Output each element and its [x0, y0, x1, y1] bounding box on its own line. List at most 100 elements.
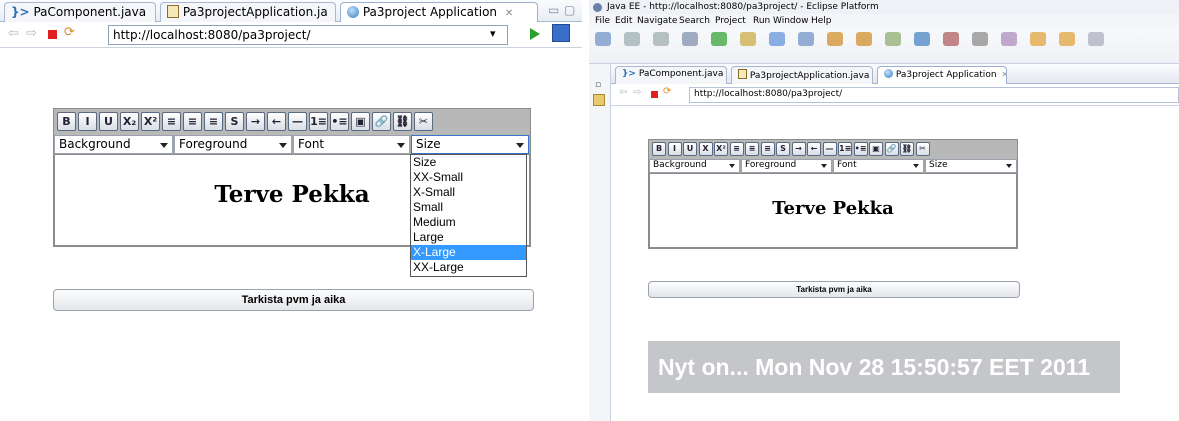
size-option[interactable]: XX-Small: [411, 170, 526, 185]
tab-pa3projectapplication[interactable]: Pa3projectApplication.ja: [160, 2, 336, 22]
external-tools-icon[interactable]: [885, 32, 901, 46]
horizontal-rule-icon[interactable]: —: [822, 142, 837, 156]
remove-format-icon[interactable]: ✂: [414, 112, 433, 131]
size-option[interactable]: X-Small: [411, 185, 526, 200]
restore-icon[interactable]: ▫: [595, 80, 601, 90]
tab-pacomponent[interactable]: }> PaComponent.java: [615, 66, 727, 84]
new-class-icon[interactable]: [769, 32, 785, 46]
close-tab-icon[interactable]: ✕: [505, 8, 513, 19]
font-size-dropdown-list[interactable]: Size XX-Small X-Small Small Medium Large X-Lar…: [410, 154, 527, 277]
url-input[interactable]: http://localhost:8080/pa3project/: [108, 25, 508, 45]
check-date-time-button[interactable]: Tarkista pvm ja aika: [53, 289, 534, 311]
outdent-icon[interactable]: ←: [807, 142, 821, 156]
size-option[interactable]: Size: [411, 155, 526, 170]
horizontal-rule-icon[interactable]: —: [288, 112, 307, 131]
align-center-icon[interactable]: ≡: [183, 112, 202, 131]
strikethrough-icon[interactable]: S: [776, 142, 790, 156]
menu-help[interactable]: Help: [811, 14, 832, 28]
stop-icon[interactable]: [48, 30, 57, 39]
debug-icon[interactable]: [682, 32, 698, 46]
refactor-icon[interactable]: [972, 32, 988, 46]
underline-icon[interactable]: U: [683, 142, 697, 156]
menu-window[interactable]: Window: [773, 14, 809, 28]
minimize-icon[interactable]: ▭: [548, 3, 559, 17]
unlink-icon[interactable]: ⛓: [393, 112, 412, 131]
subscript-icon[interactable]: X: [698, 142, 713, 156]
add-icon[interactable]: [740, 32, 756, 46]
menu-search[interactable]: Search: [679, 14, 710, 28]
forward-arrow-icon[interactable]: ⇨: [633, 87, 641, 98]
superscript-icon[interactable]: X²: [141, 112, 160, 131]
menu-run[interactable]: Run: [753, 14, 770, 28]
refresh-icon[interactable]: ⟳: [64, 25, 75, 40]
align-right-icon[interactable]: ≡: [760, 142, 775, 156]
editor-content-area[interactable]: Terve Pekka: [649, 173, 1017, 248]
tab-pacomponent[interactable]: }> PaComponent.java: [4, 2, 156, 22]
unordered-list-icon[interactable]: •≡: [330, 112, 349, 131]
font-select[interactable]: Font: [833, 159, 924, 173]
align-left-icon[interactable]: ≡: [729, 142, 744, 156]
print-icon[interactable]: [653, 32, 669, 46]
insert-image-icon[interactable]: ▣: [869, 142, 883, 156]
background-color-select[interactable]: Background: [649, 159, 740, 173]
url-dropdown-icon[interactable]: ▾: [490, 27, 496, 40]
tab-pa3project-application[interactable]: Pa3project Application ✕: [877, 66, 1007, 84]
foreground-color-select[interactable]: Foreground: [741, 159, 832, 173]
superscript-icon[interactable]: X²: [714, 142, 728, 156]
refresh-icon[interactable]: ⟳: [663, 86, 671, 97]
open-task-icon[interactable]: [856, 32, 872, 46]
background-color-select[interactable]: Background: [54, 135, 173, 154]
save-icon[interactable]: [624, 32, 640, 46]
align-right-icon[interactable]: ≡: [204, 112, 223, 131]
outdent-icon[interactable]: ←: [267, 112, 286, 131]
font-size-select[interactable]: Size: [925, 159, 1017, 173]
menu-edit[interactable]: Edit: [615, 14, 632, 28]
bold-icon[interactable]: B: [57, 112, 76, 131]
prev-edit-icon[interactable]: [1030, 32, 1046, 46]
size-option[interactable]: X-Large: [411, 245, 526, 260]
url-input[interactable]: http://localhost:8080/pa3project/: [689, 87, 1179, 103]
tab-pa3project-application[interactable]: Pa3project Application ✕: [340, 2, 538, 22]
next-edit-icon[interactable]: [1001, 32, 1017, 46]
insert-link-icon[interactable]: 🔗: [372, 112, 391, 131]
menu-project[interactable]: Project: [715, 14, 746, 28]
insert-image-icon[interactable]: ▣: [351, 112, 370, 131]
align-center-icon[interactable]: ≡: [745, 142, 759, 156]
check-date-time-button[interactable]: Tarkista pvm ja aika: [648, 281, 1020, 298]
italic-icon[interactable]: I: [667, 142, 682, 156]
size-option[interactable]: Medium: [411, 215, 526, 230]
italic-icon[interactable]: I: [78, 112, 97, 131]
strikethrough-icon[interactable]: S: [225, 112, 244, 131]
back-arrow-icon[interactable]: ⇦: [619, 87, 627, 98]
ordered-list-icon[interactable]: 1≡: [309, 112, 328, 131]
remove-format-icon[interactable]: ✂: [915, 142, 930, 156]
size-option[interactable]: XX-Large: [411, 260, 526, 275]
font-size-select[interactable]: Size: [411, 135, 529, 154]
run-icon[interactable]: [711, 32, 727, 46]
subscript-icon[interactable]: X₂: [120, 112, 139, 131]
forward-arrow-icon[interactable]: ⇨: [26, 26, 37, 41]
unlink-icon[interactable]: ⛓: [900, 142, 914, 156]
tab-pa3projectapplication[interactable]: Pa3projectApplication.java: [731, 66, 873, 84]
foreground-color-select[interactable]: Foreground: [174, 135, 292, 154]
stop-icon[interactable]: [651, 91, 658, 98]
menu-navigate[interactable]: Navigate: [637, 14, 677, 28]
back-icon[interactable]: [1059, 32, 1075, 46]
annotation-icon[interactable]: [943, 32, 959, 46]
back-arrow-icon[interactable]: ⇦: [8, 26, 19, 41]
close-tab-icon[interactable]: ✕: [1001, 70, 1006, 79]
new-icon[interactable]: [595, 32, 611, 46]
indent-icon[interactable]: →: [246, 112, 265, 131]
maximize-icon[interactable]: ▢: [564, 3, 575, 17]
insert-link-icon[interactable]: 🔗: [884, 142, 899, 156]
align-left-icon[interactable]: ≡: [162, 112, 181, 131]
go-icon[interactable]: [530, 28, 540, 40]
font-select[interactable]: Font: [293, 135, 410, 154]
ordered-list-icon[interactable]: 1≡: [838, 142, 852, 156]
forward-icon[interactable]: [1088, 32, 1104, 46]
indent-icon[interactable]: →: [791, 142, 806, 156]
open-type-icon[interactable]: [827, 32, 843, 46]
search-icon[interactable]: [798, 32, 814, 46]
size-option[interactable]: Small: [411, 200, 526, 215]
underline-icon[interactable]: U: [99, 112, 118, 131]
